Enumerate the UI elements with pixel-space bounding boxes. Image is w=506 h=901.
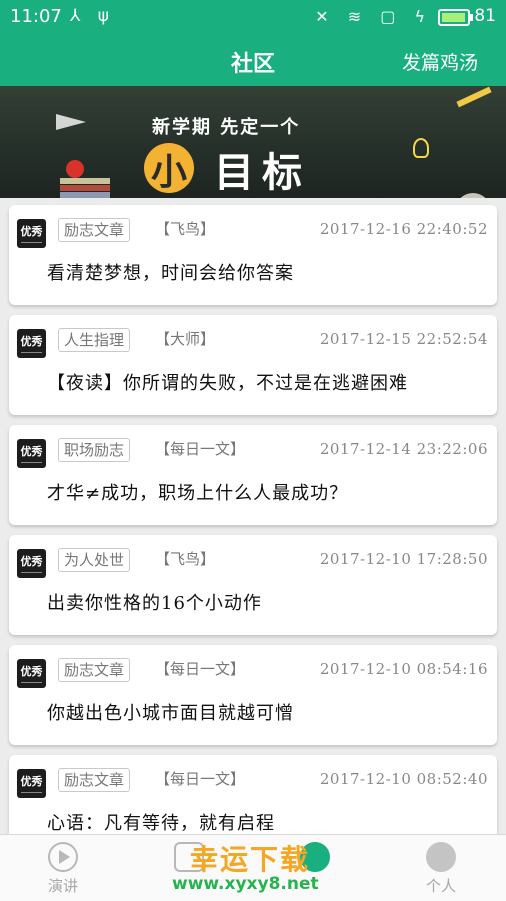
tab-label: 演讲 (47, 877, 78, 895)
post-card[interactable]: 优秀 励志文章 【每日一文】 2017-12-10 08:54:16 你越出色小… (9, 645, 497, 745)
post-category-tag: 励志文章 (58, 768, 131, 792)
person-icon (426, 842, 456, 872)
post-author: 【每日一文】 (155, 770, 246, 788)
post-title: 你越出色小城市面目就越可憎 (47, 703, 294, 724)
post-timestamp: 2017-12-10 17:28:50 (319, 550, 488, 568)
play-icon (48, 842, 78, 872)
lightbulb-icon (413, 138, 429, 158)
post-author: 【飞鸟】 (155, 220, 216, 238)
author-avatar: 优秀 (17, 659, 46, 688)
post-timestamp: 2017-12-10 08:54:16 (319, 660, 488, 678)
post-timestamp: 2017-12-16 22:40:52 (319, 220, 488, 238)
post-category-tag: 励志文章 (58, 218, 131, 242)
post-title: 看清楚梦想，时间会给你答案 (47, 263, 294, 284)
post-card[interactable]: 优秀 人生指理 【大师】 2017-12-15 22:52:54 【夜读】你所谓… (9, 315, 497, 415)
banner-goal-small: 小 (151, 152, 188, 193)
post-author: 【每日一文】 (155, 440, 246, 458)
site-watermark: 幸运下载 www.xyxy8.net (172, 838, 342, 896)
status-bar: 11:07 ⅄ ψ ✕ ≋ ▢ ϟ 81 (0, 0, 506, 34)
post-author: 【飞鸟】 (155, 550, 216, 568)
watermark-url: www.xyxy8.net (172, 874, 319, 894)
post-category-tag: 职场励志 (58, 438, 131, 462)
battery-level: 81 (474, 6, 496, 26)
post-category-tag: 为人处世 (58, 548, 131, 572)
post-soup-button[interactable]: 发篇鸡汤 (402, 48, 478, 75)
pencil-icon (456, 86, 492, 108)
banner-headline: 新学期 先定一个 (152, 117, 301, 138)
status-time: 11:07 (10, 6, 62, 27)
author-avatar: 优秀 (17, 549, 46, 578)
author-avatar: 优秀 (17, 219, 46, 248)
books-icon (60, 178, 110, 184)
apple-icon (66, 160, 84, 178)
battery-icon (438, 9, 473, 26)
post-category-tag: 励志文章 (58, 658, 131, 682)
author-avatar: 优秀 (17, 769, 46, 798)
post-title: 出卖你性格的16个小动作 (47, 593, 262, 614)
post-title: 【夜读】你所谓的失败，不过是在逃避困难 (47, 373, 408, 394)
post-card[interactable]: 优秀 为人处世 【飞鸟】 2017-12-10 17:28:50 出卖你性格的1… (9, 535, 497, 635)
post-timestamp: 2017-12-10 08:52:40 (319, 770, 488, 788)
paper-plane-icon (56, 114, 86, 130)
usb-icon: ⅄ ψ (70, 6, 116, 26)
post-timestamp: 2017-12-15 22:52:54 (319, 330, 488, 348)
post-card[interactable]: 优秀 励志文章 【每日一文】 2017-12-10 08:52:40 心语：凡有… (9, 755, 497, 834)
post-author: 【大师】 (155, 330, 216, 348)
tab-label: 个人 (425, 877, 456, 895)
post-card[interactable]: 优秀 职场励志 【每日一文】 2017-12-14 23:22:06 才华≠成功… (9, 425, 497, 525)
post-card[interactable]: 优秀 励志文章 【飞鸟】 2017-12-16 22:40:52 看清楚梦想，时… (9, 205, 497, 305)
wifi-icon: ✕ ≋ ▢ ϟ (315, 7, 432, 26)
post-title: 才华≠成功，职场上什么人最成功？ (47, 483, 349, 504)
tab-speech[interactable]: 演讲 (0, 835, 126, 901)
post-title: 心语：凡有等待，就有启程 (47, 813, 275, 834)
post-category-tag: 人生指理 (58, 328, 131, 352)
author-avatar: 优秀 (17, 329, 46, 358)
promo-banner[interactable]: 新学期 先定一个 小 目标 (0, 86, 506, 198)
banner-goal-big: 目标 (214, 150, 310, 196)
author-avatar: 优秀 (17, 439, 46, 468)
post-feed[interactable]: 优秀 励志文章 【飞鸟】 2017-12-16 22:40:52 看清楚梦想，时… (0, 198, 506, 834)
tab-profile[interactable]: 个人 (378, 835, 504, 901)
watermark-title: 幸运下载 (190, 843, 311, 876)
post-author: 【每日一文】 (155, 660, 246, 678)
post-timestamp: 2017-12-14 23:22:06 (319, 440, 488, 458)
title-bar: 社区 发篇鸡汤 (0, 34, 506, 86)
